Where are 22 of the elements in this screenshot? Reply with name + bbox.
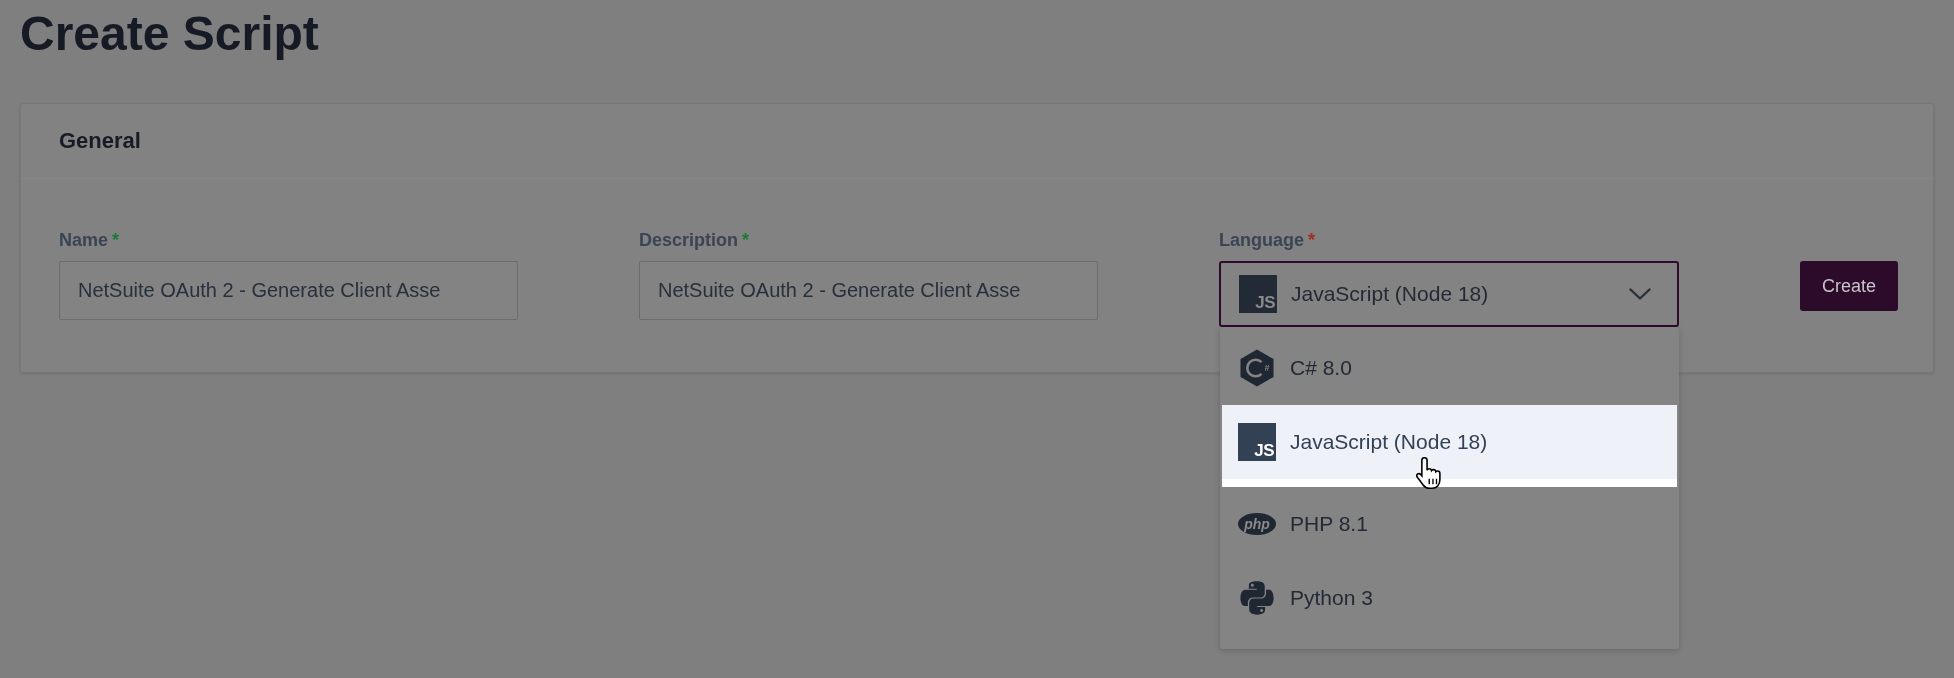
field-label: Language [1219, 229, 1304, 251]
field-label: Name [59, 229, 109, 251]
page-title: Create Script [20, 6, 320, 61]
field-label: Description [639, 229, 739, 251]
text-field[interactable]: NetSuite OAuth 2 - Generate Client Asse [59, 261, 518, 320]
card-title: General [59, 127, 141, 155]
c-sharp-logo-icon: # [1238, 349, 1276, 387]
dropdown-option[interactable]: php PHP 8.1 [1222, 487, 1677, 561]
required-asterisk: * [112, 229, 120, 251]
dropdown-select[interactable]: JS JavaScript (Node 18) [1219, 261, 1679, 327]
js-logo-icon: JS [1239, 275, 1277, 313]
required-asterisk: * [1308, 229, 1316, 251]
text-field[interactable]: NetSuite OAuth 2 - Generate Client Asse [639, 261, 1098, 320]
js-logo-icon: JS [1238, 423, 1276, 461]
python-logo-icon [1240, 579, 1274, 617]
php-logo-icon: php [1238, 513, 1276, 535]
dropdown-option[interactable]: JS JavaScript (Node 18) [1222, 405, 1677, 487]
dropdown-option[interactable]: # C# 8.0 [1222, 331, 1677, 405]
create-button[interactable]: Create [1800, 261, 1898, 311]
required-asterisk: * [742, 229, 750, 251]
dropdown-option[interactable]: Python 3 [1222, 561, 1677, 635]
chevron-down-icon [1629, 288, 1651, 300]
